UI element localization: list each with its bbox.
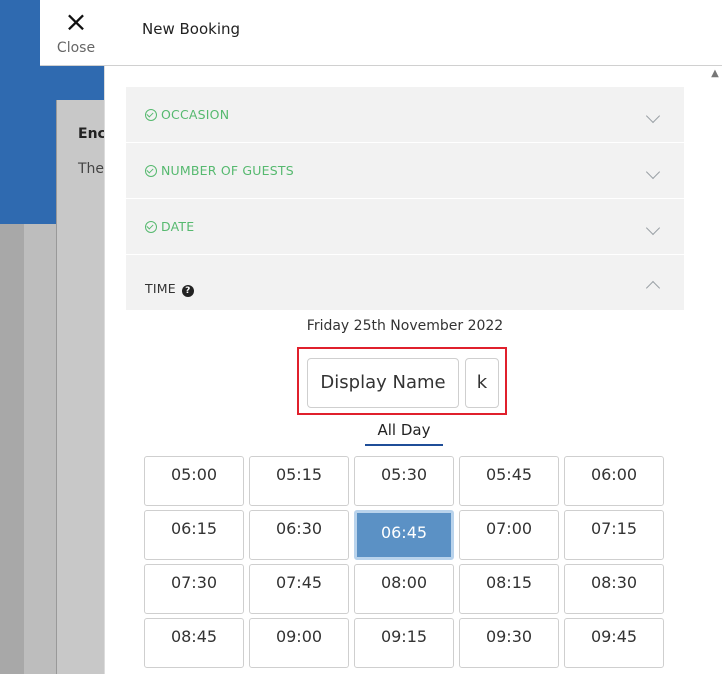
page-title: New Booking [142, 20, 241, 38]
tab-all-day[interactable]: All Day [365, 421, 443, 446]
time-slot[interactable]: 09:30 [459, 618, 559, 668]
close-button[interactable]: × Close [46, 8, 106, 60]
step-occasion[interactable]: OCCASION [126, 87, 684, 143]
check-circle-icon [145, 165, 157, 177]
time-slot[interactable]: 05:00 [144, 456, 244, 506]
step-guests-label: NUMBER OF GUESTS [161, 163, 294, 178]
time-slot[interactable]: 06:45 [354, 510, 454, 560]
step-occasion-label: OCCASION [161, 107, 230, 122]
time-slot[interactable]: 08:30 [564, 564, 664, 614]
k-button[interactable]: k [465, 358, 499, 408]
display-name-button[interactable]: Display Name [307, 358, 459, 408]
chevron-up-icon [645, 280, 661, 296]
step-date-label: DATE [161, 219, 195, 234]
step-date[interactable]: DATE [126, 199, 684, 255]
time-slot[interactable]: 07:45 [249, 564, 349, 614]
time-slot[interactable]: 06:15 [144, 510, 244, 560]
time-slot[interactable]: 05:30 [354, 456, 454, 506]
time-slot[interactable]: 08:45 [144, 618, 244, 668]
chevron-down-icon [645, 220, 661, 236]
step-number-of-guests[interactable]: NUMBER OF GUESTS [126, 143, 684, 199]
time-slot[interactable]: 08:00 [354, 564, 454, 614]
time-slot[interactable]: 09:15 [354, 618, 454, 668]
check-circle-icon [145, 109, 157, 121]
chevron-down-icon [645, 164, 661, 180]
new-booking-panel: × Close New Booking ▲ OCCASION NUMBER OF… [40, 0, 722, 674]
time-slot[interactable]: 07:00 [459, 510, 559, 560]
step-time-label: TIME [145, 281, 176, 296]
time-slot[interactable]: 09:00 [249, 618, 349, 668]
chevron-down-icon [645, 108, 661, 124]
time-slot[interactable]: 07:15 [564, 510, 664, 560]
step-time[interactable]: TIME? [126, 255, 684, 311]
time-slot[interactable]: 06:30 [249, 510, 349, 560]
time-slot[interactable]: 08:15 [459, 564, 559, 614]
help-icon[interactable]: ? [181, 285, 194, 297]
booking-form: ▲ OCCASION NUMBER OF GUESTS DATE TIME ? … [104, 66, 722, 674]
background-strip [0, 224, 24, 674]
time-slot[interactable]: 05:45 [459, 456, 559, 506]
time-slot[interactable]: 06:00 [564, 456, 664, 506]
check-circle-icon [145, 221, 157, 233]
close-label: Close [56, 40, 96, 56]
panel-header: × Close New Booking [40, 0, 722, 66]
time-slot[interactable]: 09:45 [564, 618, 664, 668]
time-slot[interactable]: 05:15 [249, 456, 349, 506]
selected-date: Friday 25th November 2022 [306, 318, 504, 334]
time-slot-grid: 05:00 05:15 05:30 05:45 06:00 06:15 06:30 06:45… [144, 456, 664, 668]
time-slot[interactable]: 07:30 [144, 564, 244, 614]
close-icon: × [64, 5, 88, 38]
scroll-up-arrow-icon[interactable]: ▲ [707, 66, 722, 82]
booking-steps-accordion: OCCASION NUMBER OF GUESTS DATE TIME? [126, 87, 684, 311]
